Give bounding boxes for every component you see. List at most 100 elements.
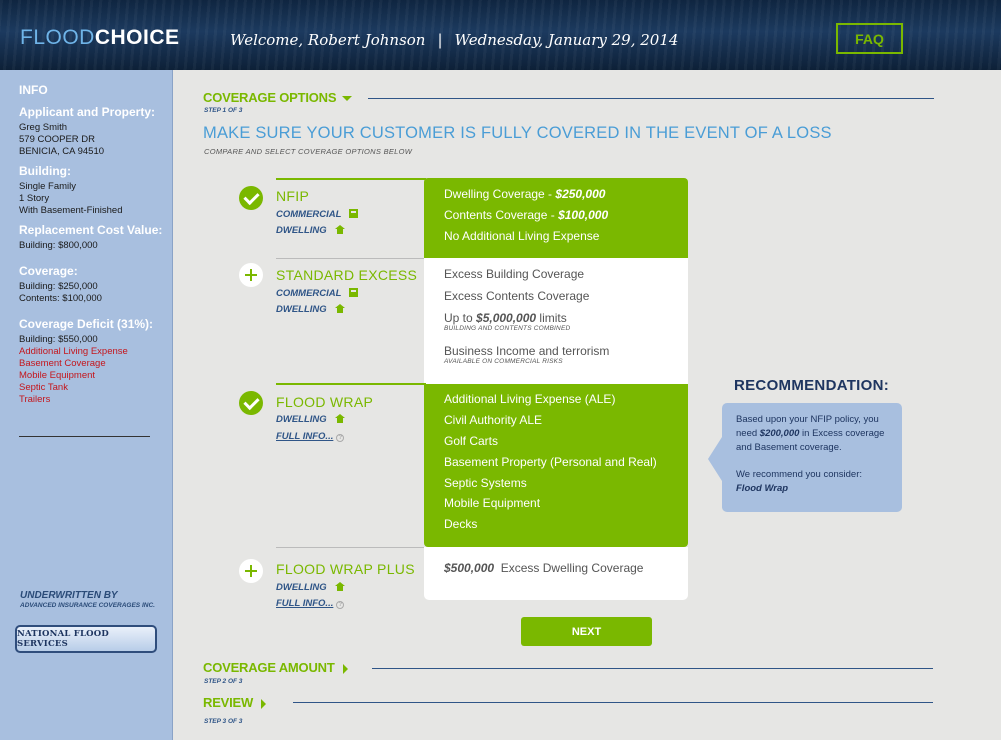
recommendation-callout: Based upon your NFIP policy, you need $2… (708, 403, 902, 512)
deficit-item: Basement Coverage (19, 358, 106, 369)
nfip-selected-check-icon[interactable] (239, 186, 263, 210)
standard-excess-commercial: COMMERCIAL (276, 288, 359, 299)
deficit-building: Building: $550,000 (19, 334, 98, 345)
row-divider (276, 383, 426, 385)
flood-wrap-plus-coverage: $500,000 Excess Dwelling Coverage (444, 561, 644, 575)
standard-excess-add-icon[interactable] (239, 263, 263, 287)
chevron-right-icon (261, 698, 267, 709)
building-icon (349, 209, 359, 218)
section-divider (293, 702, 933, 703)
flood-wrap-details-panel[interactable]: Additional Living Expense (ALE) Civil Au… (424, 384, 688, 547)
section-divider (368, 98, 934, 99)
flood-wrap-item: Basement Property (Personal and Real) (444, 455, 657, 469)
next-button[interactable]: NEXT (521, 617, 652, 646)
deficit-item: Additional Living Expense (19, 346, 128, 357)
coverage-heading: Coverage: (19, 264, 78, 278)
applicant-heading: Applicant and Property: (19, 105, 156, 119)
nfip-ale: No Additional Living Expense (444, 229, 600, 243)
flood-wrap-plus-add-icon[interactable] (239, 559, 263, 583)
chevron-down-icon (342, 96, 353, 102)
flood-wrap-selected-check-icon[interactable] (239, 391, 263, 415)
nfip-details-panel[interactable]: Dwelling Coverage - $250,000 Contents Co… (424, 178, 688, 258)
row-divider (276, 178, 426, 180)
app-header: FLOODCHOICE Welcome, Robert Johnson | Wedn… (0, 0, 1001, 70)
excess-limits-note: BUILDING AND CONTENTS COMBINED (444, 325, 571, 332)
row-divider (276, 547, 426, 548)
faq-button[interactable]: FAQ (836, 23, 903, 54)
flood-wrap-full-info-link[interactable]: FULL INFO...? (276, 431, 345, 442)
row-divider (276, 258, 426, 259)
deficit-item: Septic Tank (19, 382, 68, 393)
excess-contents-coverage: Excess Contents Coverage (444, 289, 590, 303)
building-heading: Building: (19, 164, 71, 178)
underwritten-label: UNDERWRITTEN BY (20, 590, 118, 601)
recommendation-consider: We recommend you consider: (736, 469, 863, 480)
coverage-contents: Contents: $100,000 (19, 293, 102, 304)
building-type: Single Family (19, 181, 77, 192)
flood-wrap-item: Golf Carts (444, 434, 499, 448)
step-label: STEP 3 OF 3 (204, 718, 243, 725)
building-stories: 1 Story (19, 193, 50, 204)
recommendation-text: Based upon your NFIP policy, you need $2… (736, 414, 885, 453)
underwriter-name: ADVANCED INSURANCE COVERAGES INC. (20, 602, 155, 609)
flood-wrap-plus-full-info-link[interactable]: FULL INFO...? (276, 598, 345, 609)
flood-wrap-item: Septic Systems (444, 476, 527, 490)
coverage-options-header[interactable]: COVERAGE OPTIONS (203, 90, 353, 105)
flood-wrap-plus-details-panel[interactable]: $500,000 Excess Dwelling Coverage (424, 547, 688, 600)
flood-wrap-dwelling: DWELLING (276, 414, 345, 425)
coverage-building: Building: $250,000 (19, 281, 98, 292)
applicant-street: 579 COOPER DR (19, 134, 96, 145)
section-divider (372, 668, 933, 669)
underwritten-by: UNDERWRITTEN BY ADVANCED INSURANCE COVER… (20, 590, 155, 609)
review-header[interactable]: REVIEW (203, 695, 267, 710)
recommended-product: Flood Wrap (736, 483, 789, 494)
nfip-commercial: COMMERCIAL (276, 209, 359, 220)
flood-wrap-plus-dwelling: DWELLING (276, 582, 345, 593)
option-name-flood-wrap: FLOOD WRAP (276, 394, 374, 410)
welcome-text: Welcome, Robert Johnson (230, 31, 426, 49)
flood-wrap-item: Civil Authority ALE (444, 413, 543, 427)
nfip-dwelling: DWELLING (276, 225, 345, 236)
applicant-city: BENICIA, CA 94510 (19, 146, 105, 157)
sidebar-divider (19, 436, 150, 437)
business-income-terrorism: Business Income and terrorism (444, 344, 610, 358)
welcome-message: Welcome, Robert Johnson | Wednesday, Janua… (230, 31, 679, 49)
step-label: STEP 1 OF 3 (204, 107, 243, 114)
help-icon: ? (336, 601, 345, 609)
rcv-heading: Replacement Cost Value: (19, 223, 163, 237)
coverage-amount-header[interactable]: COVERAGE AMOUNT (203, 660, 348, 675)
building-basement: With Basement-Finished (19, 205, 123, 216)
house-icon (334, 582, 345, 591)
standard-excess-dwelling: DWELLING (276, 304, 345, 315)
national-flood-services-logo: NATIONAL FLOOD SERVICES (15, 625, 157, 653)
current-date: Wednesday, January 29, 2014 (454, 31, 679, 49)
recommendation-title: RECOMMENDATION: (734, 377, 890, 394)
deficit-item: Trailers (19, 394, 51, 405)
flood-wrap-item: Mobile Equipment (444, 496, 541, 510)
building-icon (349, 288, 359, 297)
nfip-dwelling-coverage: Dwelling Coverage - $250,000 (444, 187, 606, 201)
house-icon (334, 304, 345, 313)
page-headline: MAKE SURE YOUR CUSTOMER IS FULLY COVERED… (203, 124, 832, 142)
info-title: INFO (19, 83, 48, 97)
house-icon (334, 414, 345, 423)
option-name-flood-wrap-plus: FLOOD WRAP PLUS (276, 561, 415, 577)
deficit-heading: Coverage Deficit (31%): (19, 317, 154, 331)
excess-building-coverage: Excess Building Coverage (444, 267, 585, 281)
applicant-name: Greg Smith (19, 122, 68, 133)
excess-limits: Up to $5,000,000 limits (444, 311, 567, 325)
flood-wrap-item: Additional Living Expense (ALE) (444, 392, 616, 406)
option-name-nfip: NFIP (276, 188, 310, 204)
option-name-standard-excess: STANDARD EXCESS (276, 267, 418, 283)
floodchoice-logo: FLOODCHOICE (20, 26, 180, 49)
rcv-building: Building: $800,000 (19, 240, 98, 251)
deficit-item: Mobile Equipment (19, 370, 96, 381)
house-icon (334, 225, 345, 234)
chevron-right-icon (342, 663, 348, 674)
page-subheading: COMPARE AND SELECT COVERAGE OPTIONS BELO… (204, 147, 413, 156)
standard-excess-details-panel[interactable]: Excess Building Coverage Excess Contents… (424, 258, 688, 384)
business-income-note: AVAILABLE ON COMMERCIAL RISKS (444, 358, 563, 365)
flood-wrap-item: Decks (444, 517, 478, 531)
help-icon: ? (336, 434, 345, 442)
nfip-contents-coverage: Contents Coverage - $100,000 (444, 208, 609, 222)
